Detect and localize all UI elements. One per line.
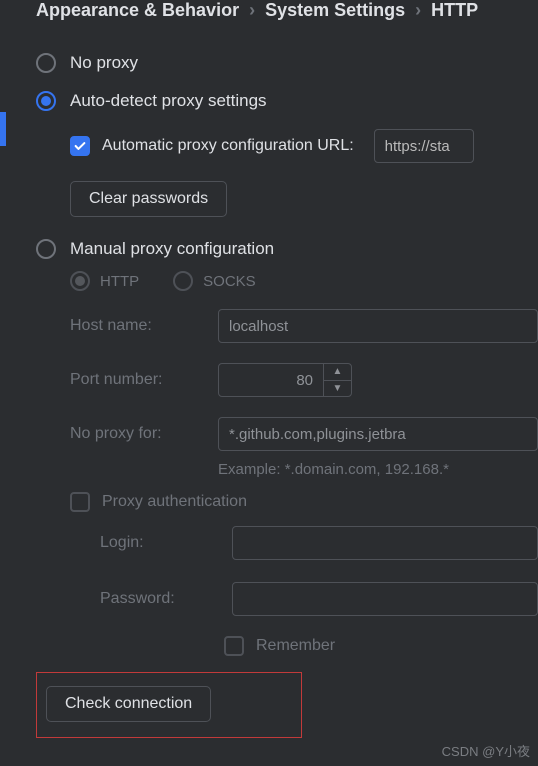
login-label: Login:	[100, 534, 224, 552]
password-input	[232, 582, 538, 616]
remember-label: Remember	[256, 637, 335, 655]
radio-disabled-icon	[70, 271, 90, 291]
proxy-settings-panel: No proxy Auto-detect proxy settings Auto…	[0, 29, 538, 656]
auto-url-checkbox[interactable]	[70, 136, 90, 156]
proxy-auth-label: Proxy authentication	[102, 493, 247, 511]
manual-proxy-section: HTTP SOCKS Host name: localhost Port num…	[70, 271, 538, 656]
port-label: Port number:	[70, 371, 210, 389]
noproxy-label: No proxy for:	[70, 425, 210, 443]
radio-disabled-icon	[173, 271, 193, 291]
check-icon	[73, 139, 87, 153]
auto-url-row: Automatic proxy configuration URL: https…	[70, 129, 538, 163]
host-label: Host name:	[70, 317, 210, 335]
no-proxy-label: No proxy	[70, 53, 138, 73]
remember-checkbox	[224, 636, 244, 656]
socks-protocol-option: SOCKS	[173, 271, 256, 291]
noproxy-example-hint: Example: *.domain.com, 192.168.*	[218, 461, 538, 478]
port-stepper: 80 ▲ ▼	[218, 363, 352, 397]
watermark: CSDN @Y小夜	[442, 741, 530, 760]
noproxy-input: *.github.com,plugins.jetbra	[218, 417, 538, 451]
clear-passwords-button[interactable]: Clear passwords	[70, 181, 227, 217]
http-protocol-option: HTTP	[70, 271, 139, 291]
breadcrumb-part[interactable]: Appearance & Behavior	[36, 0, 239, 21]
radio-icon	[36, 239, 56, 259]
chevron-down-icon: ▼	[324, 381, 351, 397]
chevron-right-icon: ›	[415, 0, 421, 21]
manual-proxy-option[interactable]: Manual proxy configuration	[36, 239, 538, 259]
chevron-up-icon: ▲	[324, 364, 351, 381]
breadcrumb-part[interactable]: HTTP	[431, 0, 478, 21]
stepper-arrows: ▲ ▼	[323, 364, 351, 396]
check-connection-button[interactable]: Check connection	[46, 686, 211, 722]
selection-marker	[0, 112, 6, 146]
login-input	[232, 526, 538, 560]
password-label: Password:	[100, 590, 224, 608]
host-input: localhost	[218, 309, 538, 343]
proxy-auth-checkbox	[70, 492, 90, 512]
auto-url-input[interactable]: https://sta	[374, 129, 474, 163]
chevron-right-icon: ›	[249, 0, 255, 21]
auto-detect-option[interactable]: Auto-detect proxy settings	[36, 91, 538, 111]
http-label: HTTP	[100, 273, 139, 290]
no-proxy-option[interactable]: No proxy	[36, 53, 538, 73]
radio-icon	[36, 53, 56, 73]
breadcrumb-part[interactable]: System Settings	[265, 0, 405, 21]
breadcrumb: Appearance & Behavior › System Settings …	[0, 0, 538, 29]
auto-url-label: Automatic proxy configuration URL:	[102, 137, 354, 155]
auto-detect-label: Auto-detect proxy settings	[70, 91, 267, 111]
manual-proxy-label: Manual proxy configuration	[70, 239, 274, 259]
socks-label: SOCKS	[203, 273, 256, 290]
radio-selected-icon	[36, 91, 56, 111]
port-value: 80	[219, 364, 323, 396]
